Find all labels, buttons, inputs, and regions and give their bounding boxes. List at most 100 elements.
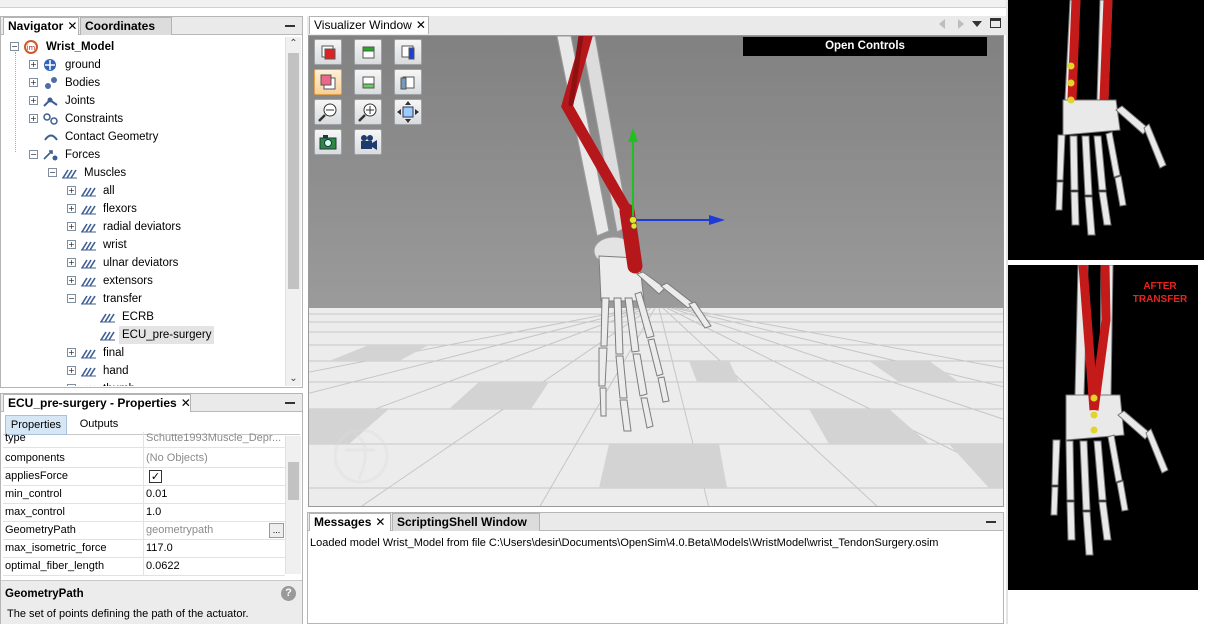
tab-messages[interactable]: Messages ✕ (309, 513, 391, 531)
minimize-icon[interactable] (285, 25, 295, 27)
expand-icon[interactable]: + (29, 114, 38, 123)
minimize-icon[interactable] (986, 521, 996, 523)
tree-item[interactable]: + flexors (2, 200, 286, 218)
muscle-icon (100, 328, 116, 342)
collapse-icon[interactable]: − (29, 150, 38, 159)
tree-item-label: extensors (103, 275, 153, 287)
properties-scrollbar[interactable] (285, 436, 301, 574)
front-view-button[interactable] (314, 39, 342, 65)
property-value[interactable]: 1.0 (146, 506, 161, 518)
property-value[interactable]: 0.0622 (146, 560, 180, 572)
tree-item[interactable]: − Muscles (2, 164, 286, 182)
zoom-in-button[interactable] (354, 99, 382, 125)
tree-item[interactable]: + wrist (2, 236, 286, 254)
property-value[interactable]: (No Objects) (146, 452, 208, 464)
expand-icon[interactable]: + (67, 222, 76, 231)
close-icon[interactable]: ✕ (67, 18, 77, 35)
property-value[interactable]: 0.01 (146, 488, 167, 500)
contact-geometry-icon (43, 130, 59, 144)
maximize-icon[interactable] (990, 18, 1001, 28)
snapshot-button[interactable] (314, 129, 342, 155)
right-view-button[interactable] (394, 39, 422, 65)
property-row[interactable]: max_isometric_force 117.0 (3, 540, 285, 558)
tab-properties-window[interactable]: ECU_pre-surgery - Properties ✕ (3, 394, 191, 412)
visualizer-tabbar: Visualizer Window ✕ (307, 16, 1006, 35)
edit-geometry-path-button[interactable]: ... (269, 523, 284, 538)
close-icon[interactable]: ✕ (375, 514, 385, 531)
property-row[interactable]: max_control 1.0 (3, 504, 285, 522)
tree-item[interactable]: + ulnar deviators (2, 254, 286, 272)
property-row[interactable]: type Schutte1993Muscle_Depr... (3, 432, 285, 450)
navigator-scrollbar[interactable]: ⌃ ⌄ (285, 37, 301, 386)
back-view-button[interactable] (314, 69, 342, 95)
expand-icon[interactable]: + (67, 348, 76, 357)
scroll-right-icon[interactable] (958, 19, 964, 29)
tab-scripting-shell[interactable]: ScriptingShell Window (392, 513, 540, 531)
property-row[interactable]: appliesForce ✓ (3, 468, 285, 486)
tree-item[interactable]: + radial deviators (2, 218, 286, 236)
tab-visualizer-window[interactable]: Visualizer Window ✕ (309, 16, 429, 34)
scroll-left-icon[interactable] (939, 19, 945, 29)
expand-icon[interactable]: + (29, 60, 38, 69)
close-icon[interactable]: ✕ (416, 17, 426, 34)
zoom-out-button[interactable] (314, 99, 342, 125)
property-row[interactable]: min_control 0.01 (3, 486, 285, 504)
question-icon[interactable]: ? (281, 586, 296, 601)
expand-icon[interactable]: + (67, 240, 76, 249)
tree-item[interactable]: − transfer (2, 290, 286, 308)
tree-item-label: ground (65, 59, 101, 71)
expand-icon[interactable]: + (29, 96, 38, 105)
top-view-button[interactable] (354, 39, 382, 65)
property-value[interactable]: geometrypath (146, 524, 213, 536)
tree-item[interactable]: + extensors (2, 272, 286, 290)
expand-icon[interactable]: + (67, 258, 76, 267)
expand-icon[interactable]: + (67, 384, 76, 386)
applies-force-checkbox[interactable]: ✓ (149, 470, 162, 483)
collapse-icon[interactable]: − (67, 294, 76, 303)
fit-view-button[interactable] (394, 99, 422, 125)
muscle-icon (81, 274, 97, 288)
close-icon[interactable]: ✕ (181, 395, 191, 412)
tree-item[interactable]: Contact Geometry (2, 128, 286, 146)
record-movie-button[interactable] (354, 129, 382, 155)
tree-item[interactable]: + thumb (2, 380, 286, 386)
scroll-down-icon[interactable]: ⌄ (286, 372, 301, 386)
scroll-thumb[interactable] (288, 53, 299, 289)
collapse-icon[interactable]: − (10, 42, 19, 51)
property-value[interactable]: 117.0 (146, 542, 173, 554)
front-view-icon (321, 45, 336, 60)
property-row[interactable]: components (No Objects) (3, 450, 285, 468)
tree-item[interactable]: + ground (2, 56, 286, 74)
chevron-down-icon[interactable] (972, 21, 982, 27)
tree-item[interactable]: + final (2, 344, 286, 362)
expand-icon[interactable]: + (67, 276, 76, 285)
left-view-button[interactable] (394, 69, 422, 95)
expand-icon[interactable]: + (29, 78, 38, 87)
tab-navigator[interactable]: Navigator ✕ (3, 17, 79, 35)
tree-item[interactable]: ECU_pre-surgery (2, 326, 286, 344)
open-controls-button[interactable]: Open Controls (743, 37, 987, 56)
top-view-icon (362, 46, 375, 59)
expand-icon[interactable]: + (67, 204, 76, 213)
tree-item[interactable]: + hand (2, 362, 286, 380)
scroll-thumb[interactable] (288, 462, 299, 500)
minimize-icon[interactable] (285, 402, 295, 404)
property-row[interactable]: optimal_fiber_length 0.0622 (3, 558, 285, 576)
tab-coordinates[interactable]: Coordinates (80, 17, 172, 35)
tree-item[interactable]: − im Wrist_Model (2, 38, 286, 56)
tree-item[interactable]: + Bodies (2, 74, 286, 92)
expand-icon[interactable]: + (67, 186, 76, 195)
scroll-up-icon[interactable]: ⌃ (286, 37, 301, 51)
tree-item[interactable]: + Constraints (2, 110, 286, 128)
tree-item[interactable]: ECRB (2, 308, 286, 326)
property-row[interactable]: GeometryPath geometrypath... (3, 522, 285, 540)
bottom-view-button[interactable] (354, 69, 382, 95)
message-log[interactable]: Loaded model Wrist_Model from file C:\Us… (310, 537, 938, 549)
expand-icon[interactable]: + (67, 366, 76, 375)
tree-item[interactable]: − Forces (2, 146, 286, 164)
column-divider (143, 540, 144, 558)
collapse-icon[interactable]: − (48, 168, 57, 177)
tree-item[interactable]: + all (2, 182, 286, 200)
property-value[interactable]: Schutte1993Muscle_Depr... (146, 432, 281, 444)
tree-item[interactable]: + Joints (2, 92, 286, 110)
